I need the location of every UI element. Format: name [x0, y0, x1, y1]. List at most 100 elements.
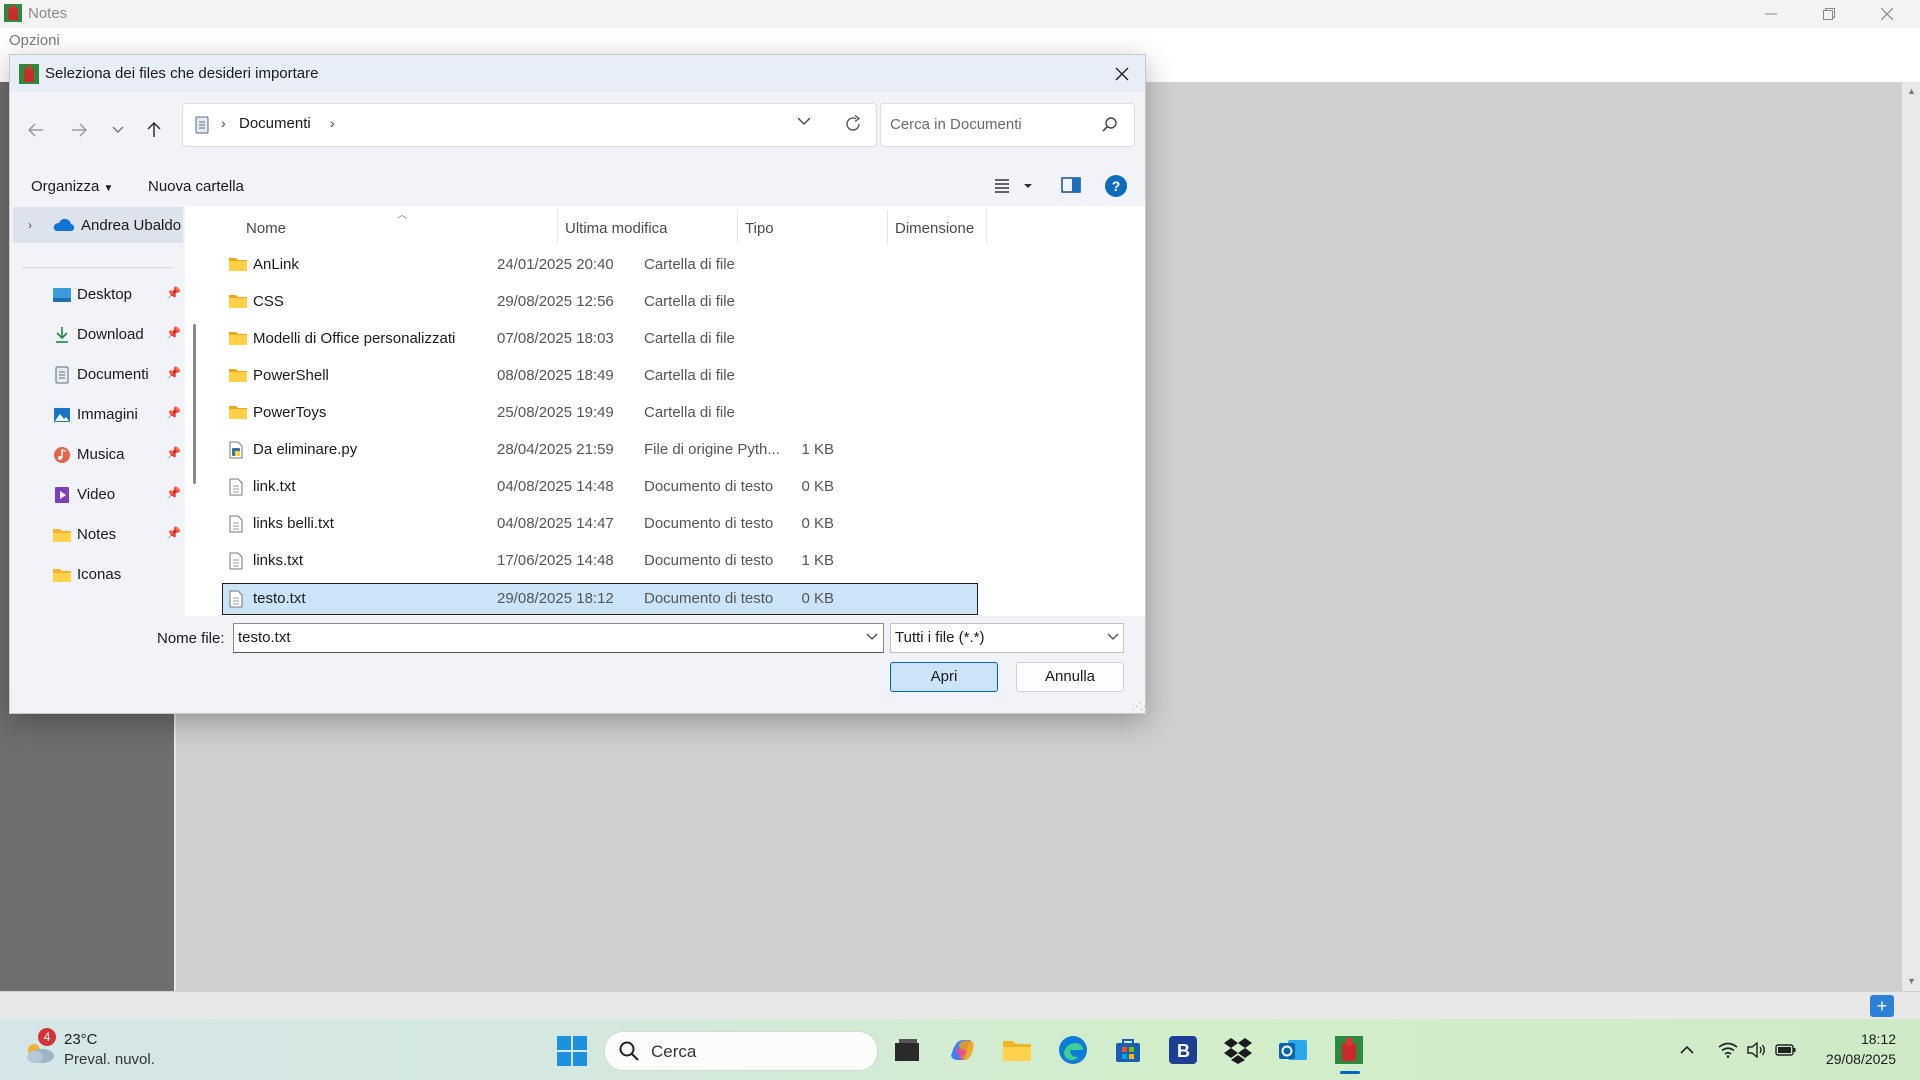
weather-desc: Preval. nuvol. [64, 1051, 155, 1068]
pin-icon: 📌 [166, 446, 181, 460]
filetype-select[interactable]: Tutti i file (*.*) [890, 623, 1124, 653]
nav-item-download[interactable]: Download 📌 [10, 316, 185, 352]
filename-input[interactable]: testo.txt [233, 623, 884, 653]
nuova-cartella-button[interactable]: Nuova cartella [148, 178, 244, 195]
file-row[interactable]: Da eliminare.py 28/04/2025 21:59 File di o… [223, 435, 977, 465]
windows-start-icon[interactable] [556, 1035, 588, 1067]
search-documenti-input[interactable]: Cerca in Documenti [880, 103, 1135, 147]
clock-date[interactable]: 29/08/2025 [1810, 1051, 1896, 1067]
nav-item-iconas[interactable]: Iconas [10, 556, 185, 592]
taskbar-bitwarden[interactable]: B [1166, 1033, 1200, 1067]
preview-pane-button[interactable] [1061, 177, 1081, 193]
file-explorer-icon [1003, 1041, 1031, 1061]
nav-scrollbar-thumb[interactable] [193, 324, 196, 484]
file-type: File di origine Pyth... [644, 441, 780, 458]
nav-item-immagini[interactable]: Immagini 📌 [10, 396, 185, 432]
resize-grip-icon[interactable]: ⋰⋰ [1132, 701, 1149, 712]
outlook-icon [1279, 1040, 1307, 1060]
nav-item-video[interactable]: Video 📌 [10, 476, 185, 512]
file-row[interactable]: CSS 29/08/2025 12:56 Cartella di file [223, 287, 977, 317]
file-row[interactable]: link.txt 04/08/2025 14:48 Documento di tes… [223, 472, 977, 502]
organizza-button[interactable]: Organizza ▼ [31, 178, 113, 195]
nav-item-musica[interactable]: Musica 📌 [10, 436, 185, 472]
python-file-icon [228, 441, 248, 459]
file-modified: 29/08/2025 18:12 [497, 590, 614, 607]
taskbar-edge[interactable] [1056, 1033, 1090, 1067]
taskbar-outlook[interactable] [1276, 1033, 1310, 1067]
folder-icon [228, 256, 248, 274]
file-row[interactable]: Modelli di Office personalizzati 07/08/20… [223, 324, 977, 354]
column-header-size[interactable]: Dimensione [888, 206, 984, 244]
chevron-down-icon[interactable] [866, 632, 878, 642]
taskbar-store[interactable] [1111, 1033, 1145, 1067]
tray-volume[interactable] [1746, 1039, 1768, 1061]
file-row[interactable]: PowerToys 25/08/2025 19:49 Cartella di fil… [223, 398, 977, 428]
help-icon[interactable]: ? [1105, 175, 1127, 197]
tray-battery[interactable] [1775, 1039, 1797, 1061]
file-size: 0 KB [801, 590, 834, 607]
scroll-down-icon[interactable]: ▼ [1907, 976, 1916, 986]
column-header-modified[interactable]: Ultima modifica [558, 206, 736, 244]
up-button[interactable] [142, 118, 166, 142]
nav-item-documenti[interactable]: Documenti 📌 [10, 356, 185, 392]
download-icon [52, 325, 72, 345]
taskbar-search[interactable]: Cerca [604, 1031, 878, 1071]
tray-overflow[interactable] [1676, 1039, 1698, 1061]
address-bar[interactable]: › Documenti › [182, 103, 877, 147]
restore-icon [1823, 8, 1835, 20]
file-row[interactable]: PowerShell 08/08/2025 18:49 Cartella di fi… [223, 361, 977, 391]
file-row[interactable]: links belli.txt 04/08/2025 14:47 Documento… [223, 509, 977, 539]
refresh-icon[interactable] [843, 114, 863, 134]
file-type: Cartella di file [644, 404, 735, 421]
restore-button[interactable] [1800, 0, 1858, 28]
close-app-button[interactable] [1858, 0, 1916, 28]
taskbar-notes-app[interactable] [1332, 1033, 1366, 1067]
taskbar-file-explorer[interactable] [1000, 1033, 1034, 1067]
file-row[interactable]: AnLink 24/01/2025 20:40 Cartella di file [223, 250, 977, 280]
breadcrumb-chevron-icon[interactable]: › [330, 115, 335, 131]
clock-time[interactable]: 18:12 [1840, 1031, 1896, 1047]
scroll-up-icon[interactable]: ▲ [1907, 86, 1916, 96]
nav-item-onedrive[interactable]: › Andrea Ubaldo [13, 207, 183, 243]
folder-icon [228, 330, 248, 348]
editor-scrollbar[interactable]: ▲ ▼ [1902, 82, 1920, 991]
pin-icon: 📌 [166, 326, 181, 340]
taskbar-task-view[interactable] [890, 1033, 924, 1067]
breadcrumb-documenti[interactable]: Documenti [239, 115, 311, 132]
chevron-down-icon[interactable] [797, 116, 811, 126]
text-file-icon [228, 478, 248, 496]
back-button[interactable] [24, 118, 48, 142]
column-header-name[interactable]: Nome [223, 206, 477, 244]
menu-opzioni[interactable]: Opzioni [9, 32, 60, 49]
minimize-button[interactable] [1742, 0, 1800, 28]
nav-item-label: Notes [77, 526, 117, 543]
cancel-button[interactable]: Annulla [1016, 662, 1124, 692]
copilot-icon [951, 1040, 974, 1060]
search-icon[interactable] [1101, 116, 1119, 134]
text-file-icon [228, 515, 248, 533]
pin-icon: 📌 [166, 366, 181, 380]
file-row[interactable]: links.txt 17/06/2025 14:48 Documento di te… [223, 546, 977, 576]
add-note-button[interactable]: + [1870, 995, 1894, 1017]
tray-wifi[interactable] [1717, 1039, 1739, 1061]
taskbar-copilot[interactable] [945, 1033, 979, 1067]
forward-button[interactable] [67, 118, 91, 142]
file-type: Cartella di file [644, 256, 735, 273]
taskbar-dropbox[interactable] [1221, 1033, 1255, 1067]
nav-item-desktop[interactable]: Desktop 📌 [10, 276, 185, 312]
column-header-type[interactable]: Tipo [738, 206, 888, 244]
onedrive-cloud-icon [53, 218, 75, 231]
column-separator[interactable] [986, 210, 987, 244]
recent-locations-button[interactable] [106, 118, 130, 142]
breadcrumb-chevron-icon[interactable]: › [221, 115, 226, 131]
text-file-icon [228, 552, 248, 570]
dialog-close-button[interactable] [1110, 63, 1134, 85]
pin-icon: 📌 [166, 526, 181, 540]
view-options-button[interactable] [994, 177, 1034, 193]
nav-item-notes[interactable]: Notes 📌 [10, 516, 185, 552]
open-button[interactable]: Apri [890, 662, 998, 692]
nav-item-label: Immagini [77, 406, 138, 423]
documents-icon [195, 116, 209, 134]
file-row[interactable]: testo.txt 29/08/2025 18:12 Documento di te… [222, 583, 978, 615]
chevron-right-icon[interactable]: › [28, 218, 32, 232]
